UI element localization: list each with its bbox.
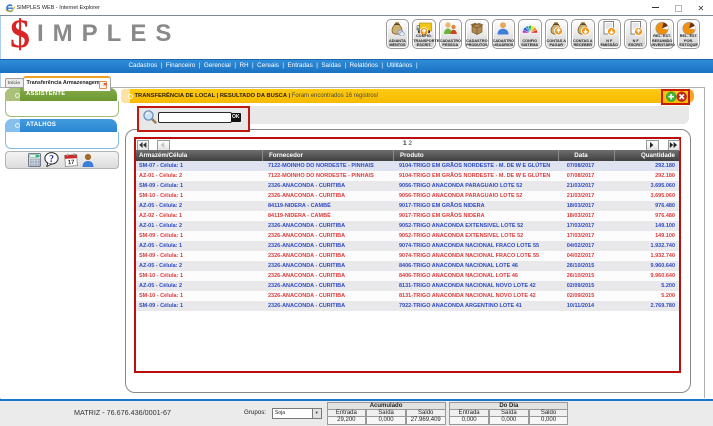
svg-text:17: 17 [68, 159, 76, 165]
svg-text:?: ? [49, 154, 54, 165]
